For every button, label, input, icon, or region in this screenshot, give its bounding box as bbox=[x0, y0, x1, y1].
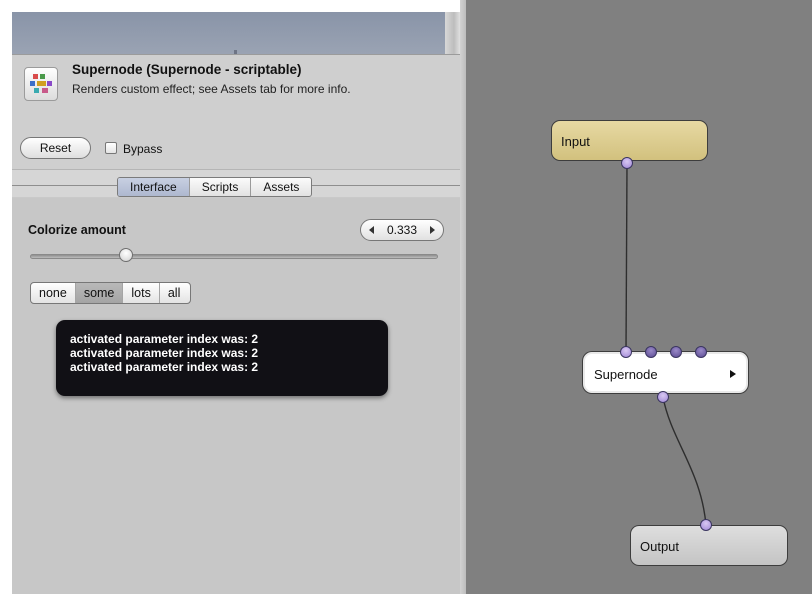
supernode-output-port[interactable] bbox=[657, 391, 669, 403]
choice-none[interactable]: none bbox=[31, 283, 76, 303]
console-line: activated parameter index was: 2 bbox=[70, 346, 259, 360]
slider-thumb[interactable] bbox=[118, 248, 133, 262]
supernode-node[interactable]: Supernode bbox=[583, 352, 748, 393]
node-graph-canvas[interactable]: Input Supernode Output bbox=[466, 0, 812, 594]
bypass-checkbox[interactable] bbox=[105, 142, 117, 154]
bypass-label: Bypass bbox=[123, 142, 163, 156]
tab-assets[interactable]: Assets bbox=[251, 178, 311, 196]
console-line: activated parameter index was: 2 bbox=[70, 332, 259, 346]
choice-lots[interactable]: lots bbox=[123, 283, 160, 303]
input-node[interactable]: Input bbox=[551, 120, 708, 161]
decrement-arrow-icon[interactable] bbox=[369, 226, 374, 234]
supernode-icon bbox=[24, 67, 58, 101]
supernode-input-port[interactable] bbox=[645, 346, 657, 358]
graph-wires bbox=[625, 163, 707, 526]
output-node-label: Output bbox=[640, 539, 680, 554]
console-log: activated parameter index was: 2 activat… bbox=[56, 320, 388, 396]
input-node-label: Input bbox=[561, 134, 590, 149]
colorize-amount-stepper[interactable]: 0.333 bbox=[360, 219, 444, 241]
node-description: Renders custom effect; see Assets tab fo… bbox=[72, 82, 351, 96]
expand-arrow-icon[interactable] bbox=[730, 370, 736, 378]
output-node[interactable]: Output bbox=[630, 525, 788, 566]
preview-scrollbar[interactable] bbox=[445, 12, 460, 54]
increment-arrow-icon[interactable] bbox=[430, 226, 435, 234]
reset-button[interactable]: Reset bbox=[20, 137, 91, 159]
supernode-input-port[interactable] bbox=[670, 346, 682, 358]
preview-area bbox=[12, 12, 445, 54]
inspector-panel: Supernode (Supernode - scriptable) Rende… bbox=[12, 12, 460, 594]
choice-some[interactable]: some bbox=[75, 283, 124, 303]
amount-choice-control: none some lots all bbox=[30, 282, 192, 304]
supernode-node-label: Supernode bbox=[594, 367, 658, 382]
input-output-port[interactable] bbox=[621, 157, 633, 169]
output-input-port[interactable] bbox=[700, 519, 712, 531]
inspector-header: Supernode (Supernode - scriptable) Rende… bbox=[12, 54, 460, 169]
wire-supernode-to-output bbox=[662, 396, 707, 526]
supernode-input-port[interactable] bbox=[695, 346, 707, 358]
colorize-amount-slider[interactable] bbox=[30, 254, 438, 259]
tab-group: Interface Scripts Assets bbox=[117, 177, 313, 197]
choice-all[interactable]: all bbox=[160, 283, 191, 303]
colorize-amount-label: Colorize amount bbox=[28, 223, 126, 237]
wire-input-to-supernode bbox=[625, 163, 628, 353]
node-title: Supernode (Supernode - scriptable) bbox=[72, 62, 302, 77]
interface-content: Colorize amount 0.333 none some lots all… bbox=[12, 198, 460, 594]
supernode-input-port[interactable] bbox=[620, 346, 632, 358]
tab-interface[interactable]: Interface bbox=[118, 178, 190, 196]
tab-scripts[interactable]: Scripts bbox=[190, 178, 252, 196]
colorize-amount-value[interactable]: 0.333 bbox=[379, 223, 425, 237]
console-line: activated parameter index was: 2 bbox=[70, 360, 259, 374]
